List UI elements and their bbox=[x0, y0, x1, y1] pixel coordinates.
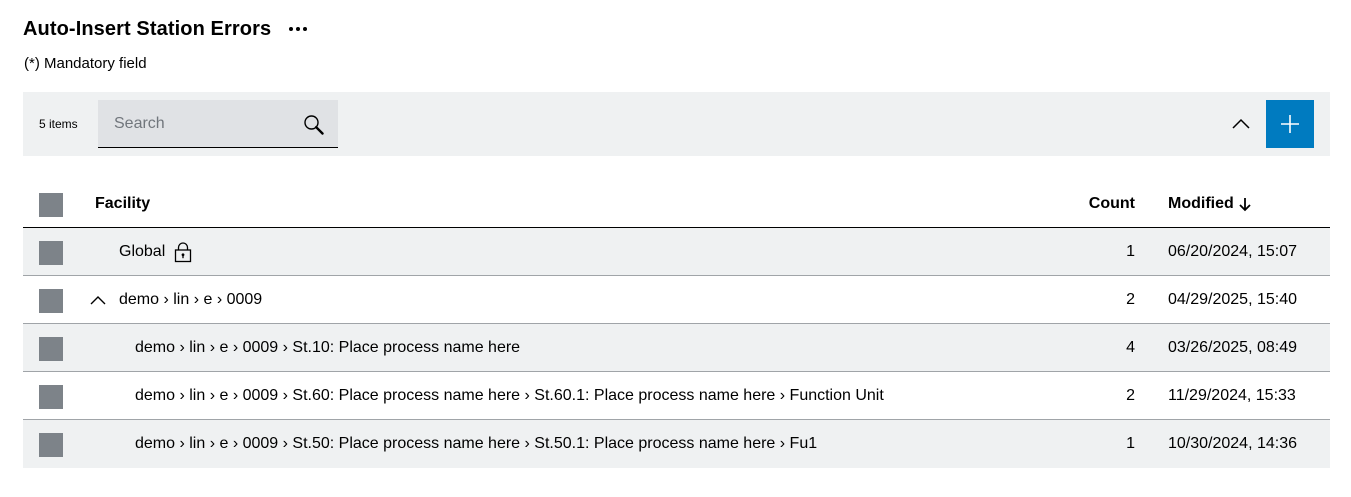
sort-descending-icon bbox=[1239, 197, 1251, 211]
select-all-checkbox[interactable] bbox=[39, 193, 63, 217]
facility-name: demo › lin › e › 0009 › St.60: Place pro… bbox=[135, 386, 884, 404]
data-table: Facility Count Modified Global 1 06/20/2… bbox=[23, 180, 1330, 468]
count-cell: 1 bbox=[1126, 242, 1135, 260]
column-header-modified[interactable]: Modified bbox=[1168, 195, 1252, 213]
count-cell: 2 bbox=[1126, 386, 1135, 404]
plus-icon bbox=[1281, 115, 1299, 133]
modified-cell: 04/29/2025, 15:40 bbox=[1168, 290, 1298, 308]
collapse-row-icon[interactable] bbox=[89, 291, 107, 309]
row-checkbox[interactable] bbox=[39, 337, 63, 361]
row-checkbox[interactable] bbox=[39, 241, 63, 265]
more-options-icon-dot bbox=[303, 27, 308, 31]
facility-name: demo › lin › e › 0009 bbox=[119, 290, 263, 308]
table-row[interactable]: demo › lin › e › 0009 › St.10: Place pro… bbox=[23, 324, 1330, 372]
item-count: 5 items bbox=[39, 117, 78, 131]
count-cell: 2 bbox=[1126, 290, 1135, 308]
facility-cell: Global bbox=[119, 241, 193, 263]
column-header-modified-label: Modified bbox=[1168, 194, 1234, 212]
modified-cell: 03/26/2025, 08:49 bbox=[1168, 338, 1298, 356]
facility-name: Global bbox=[119, 242, 166, 260]
table-row[interactable]: demo › lin › e › 0009 2 04/29/2025, 15:4… bbox=[23, 276, 1330, 324]
modified-cell: 06/20/2024, 15:07 bbox=[1168, 242, 1298, 260]
row-checkbox[interactable] bbox=[39, 385, 63, 409]
table-row[interactable]: demo › lin › e › 0009 › St.60: Place pro… bbox=[23, 372, 1330, 420]
row-checkbox[interactable] bbox=[39, 433, 63, 457]
more-options-button[interactable] bbox=[285, 16, 311, 42]
table-row[interactable]: demo › lin › e › 0009 › St.50: Place pro… bbox=[23, 420, 1330, 468]
search-box[interactable] bbox=[98, 100, 338, 148]
more-options-icon-dot bbox=[296, 27, 301, 31]
column-header-facility[interactable]: Facility bbox=[95, 195, 150, 213]
count-cell: 4 bbox=[1126, 338, 1135, 356]
modified-cell: 11/29/2024, 15:33 bbox=[1168, 386, 1296, 404]
mandatory-field-note: (*) Mandatory field bbox=[24, 55, 147, 72]
table-row[interactable]: Global 1 06/20/2024, 15:07 bbox=[23, 228, 1330, 276]
add-button[interactable] bbox=[1266, 100, 1314, 148]
page-title: Auto-Insert Station Errors bbox=[23, 17, 272, 40]
title-row: Auto-Insert Station Errors bbox=[23, 14, 311, 44]
row-checkbox[interactable] bbox=[39, 289, 63, 313]
column-header-count[interactable]: Count bbox=[1089, 195, 1135, 213]
facility-name: demo › lin › e › 0009 › St.50: Place pro… bbox=[135, 435, 818, 452]
table-toolbar: 5 items bbox=[23, 92, 1330, 156]
search-icon[interactable] bbox=[302, 113, 326, 137]
more-options-icon bbox=[289, 27, 294, 31]
facility-name: demo › lin › e › 0009 › St.10: Place pro… bbox=[135, 338, 521, 356]
count-cell: 1 bbox=[1126, 435, 1135, 452]
modified-cell: 10/30/2024, 14:36 bbox=[1168, 435, 1298, 452]
search-input[interactable] bbox=[98, 100, 298, 147]
collapse-button[interactable] bbox=[1229, 112, 1253, 136]
table-header-row: Facility Count Modified bbox=[23, 180, 1330, 228]
lock-icon bbox=[175, 241, 192, 262]
